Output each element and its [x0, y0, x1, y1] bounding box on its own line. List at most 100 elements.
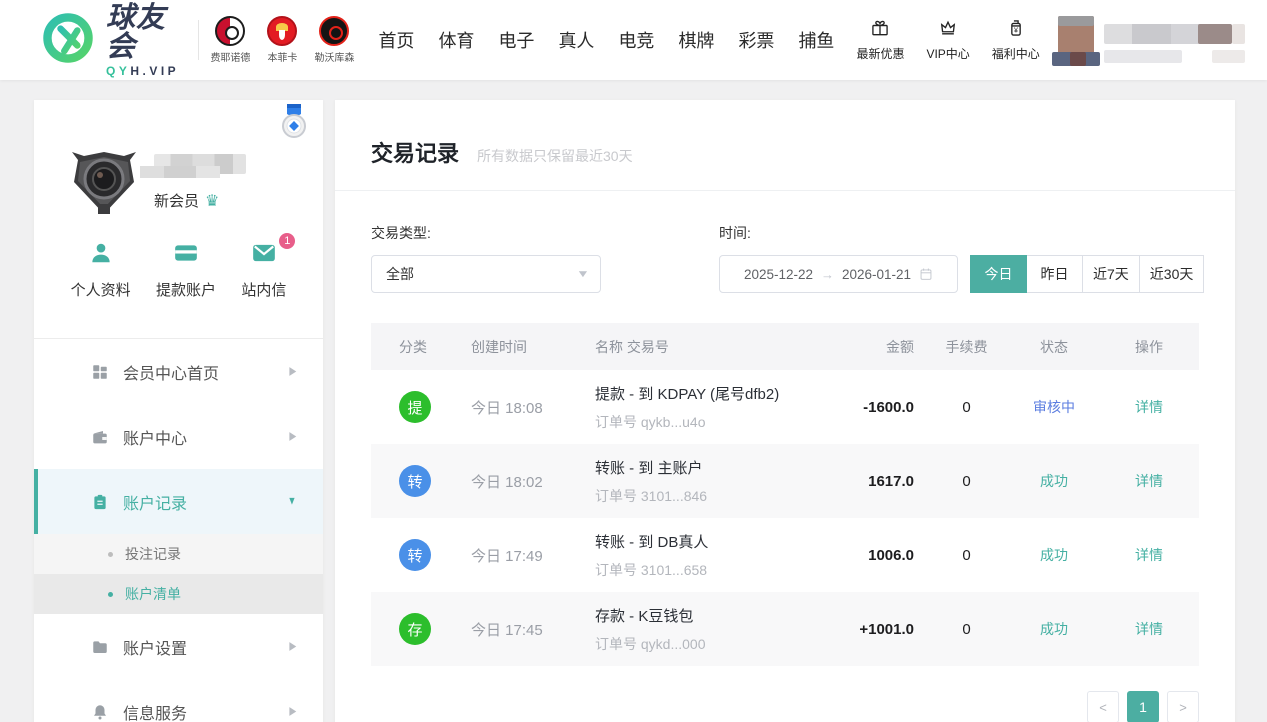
quick-action-withdraw-account[interactable]: 提款账户: [156, 240, 216, 300]
amount-value: 1617.0: [804, 473, 924, 490]
fee-value: 0: [924, 399, 1009, 416]
folder-icon: [91, 638, 109, 656]
fee-value: 0: [924, 621, 1009, 638]
nav-fishing[interactable]: 捕鱼: [798, 27, 834, 53]
main-nav: 首页 体育 电子 真人 电竞 棋牌 彩票 捕鱼: [378, 27, 834, 53]
person-icon: [87, 240, 115, 271]
transaction-name: 提款 - 到 KDPAY (尾号dfb2): [595, 383, 804, 404]
quick-action-inbox[interactable]: 1 站内信: [241, 240, 286, 300]
sidebar-item-account-records[interactable]: 账户记录 ▼: [34, 469, 323, 534]
status-badge: 成功: [1009, 619, 1099, 639]
date-range-picker[interactable]: 2025-12-22 → 2026-01-21: [719, 255, 958, 293]
details-link[interactable]: 详情: [1099, 471, 1199, 491]
type-select[interactable]: 全部 ▼: [371, 255, 601, 293]
sidebar: 新会员 ♛ 个人资料 提款账户 1 站内信 会员中心首页: [34, 100, 323, 722]
crown-icon: [938, 18, 958, 43]
transaction-name: 转账 - 到 主账户: [595, 457, 804, 478]
avatar[interactable]: [68, 148, 140, 223]
range-today-button[interactable]: 今日: [970, 255, 1027, 293]
nav-home[interactable]: 首页: [378, 27, 414, 53]
page-1-button[interactable]: 1: [1127, 691, 1159, 722]
order-number: 订单号 3101...658: [595, 560, 804, 580]
range-30days-button[interactable]: 近30天: [1139, 255, 1205, 293]
gift-icon: [870, 18, 890, 43]
sidebar-item-account-settings[interactable]: 账户设置 ▶: [34, 614, 323, 679]
site-logo[interactable]: 球友会 QYH.VIP: [40, 4, 186, 77]
transaction-name: 转账 - 到 DB真人: [595, 531, 804, 552]
nav-slots[interactable]: 电子: [498, 27, 534, 53]
amount-value: -1600.0: [804, 399, 924, 416]
sidebar-subitem-account-statement[interactable]: 账户清单: [34, 574, 323, 614]
nav-promotions[interactable]: 最新优惠: [856, 18, 904, 62]
transfer-type-badge: 转: [399, 465, 431, 497]
transfer-type-badge: 转: [399, 539, 431, 571]
wallet-icon: [91, 428, 109, 446]
type-select-value: 全部: [386, 264, 414, 284]
quick-range-buttons: 今日 昨日 近7天 近30天: [971, 255, 1204, 293]
chevron-down-icon: ▼: [576, 269, 590, 280]
fee-value: 0: [924, 547, 1009, 564]
bell-icon: [91, 703, 109, 721]
bullet-icon: [108, 552, 113, 557]
sidebar-item-member-home[interactable]: 会员中心首页 ▶: [34, 339, 323, 404]
sidebar-menu: 会员中心首页 ▶ 账户中心 ▶ 账户记录 ▼ 投注记录 账户清单 账户设置 ▶: [34, 339, 323, 722]
inbox-unread-badge: 1: [279, 233, 295, 249]
transaction-type-filter: 交易类型: 全部 ▼: [371, 223, 601, 293]
nav-lottery[interactable]: 彩票: [738, 27, 774, 53]
table-row: 存 今日 17:45 存款 - K豆钱包 订单号 qykd...000 +100…: [371, 592, 1199, 666]
range-7days-button[interactable]: 近7天: [1082, 255, 1140, 293]
sidebar-item-info-services[interactable]: 信息服务 ▶: [34, 679, 323, 722]
nav-sports[interactable]: 体育: [438, 27, 474, 53]
sponsor-feyenoord: 费耶诺德: [208, 16, 252, 64]
main-panel: 交易记录 所有数据只保留最近30天 交易类型: 全部 ▼ 时间: 2025-12…: [335, 100, 1235, 722]
leverkusen-badge-icon: [319, 16, 349, 46]
details-link[interactable]: 详情: [1099, 545, 1199, 565]
type-filter-label: 交易类型:: [371, 223, 601, 243]
date-start-value: 2025-12-22: [744, 267, 813, 282]
quick-actions: 个人资料 提款账户 1 站内信: [34, 240, 323, 300]
details-link[interactable]: 详情: [1099, 397, 1199, 417]
transactions-table: 分类 创建时间 名称 交易号 金额 手续费 状态 操作 提 今日 18:08 提…: [371, 323, 1199, 666]
status-badge: 成功: [1009, 471, 1099, 491]
nav-live[interactable]: 真人: [558, 27, 594, 53]
nav-esports[interactable]: 电竞: [618, 27, 654, 53]
svg-text:¥: ¥: [1014, 27, 1018, 35]
sponsor-benfica: 本菲卡: [260, 16, 304, 64]
nav-vip-center[interactable]: VIP中心: [926, 18, 969, 62]
feyenoord-badge-icon: [215, 16, 245, 46]
time-filter-label: 时间:: [719, 223, 1204, 243]
prev-page-button[interactable]: <: [1087, 691, 1119, 722]
sponsor-leverkusen: 勒沃库森: [312, 16, 356, 64]
table-row: 转 今日 17:49 转账 - 到 DB真人 订单号 3101...658 10…: [371, 518, 1199, 592]
next-page-button[interactable]: >: [1167, 691, 1199, 722]
chevron-down-icon: ▼: [288, 495, 297, 508]
page-subtitle: 所有数据只保留最近30天: [477, 146, 633, 166]
fee-value: 0: [924, 473, 1009, 490]
bullet-icon: [108, 592, 113, 597]
sidebar-item-account-center[interactable]: 账户中心 ▶: [34, 404, 323, 469]
grid-icon: [91, 363, 109, 381]
status-badge: 成功: [1009, 545, 1099, 565]
coin-jar-icon: ¥: [1006, 18, 1026, 43]
deposit-type-badge: 存: [399, 613, 431, 645]
chevron-right-icon: ▶: [290, 430, 297, 443]
withdraw-type-badge: 提: [399, 391, 431, 423]
user-account-redacted[interactable]: [1040, 12, 1231, 68]
sponsor-badges: 费耶诺德 本菲卡 勒沃库森: [208, 16, 356, 64]
transaction-name: 存款 - K豆钱包: [595, 605, 804, 626]
range-yesterday-button[interactable]: 昨日: [1026, 255, 1083, 293]
top-navbar: 球友会 QYH.VIP 费耶诺德 本菲卡 勒沃库森 首页 体育 电子 真人 电竞…: [0, 0, 1267, 80]
date-end-value: 2026-01-21: [842, 267, 911, 282]
quick-action-profile[interactable]: 个人资料: [71, 240, 131, 300]
status-badge: 审核中: [1009, 397, 1099, 417]
clipboard-icon: [91, 493, 109, 511]
filter-bar: 交易类型: 全部 ▼ 时间: 2025-12-22 → 2026-01-21 今…: [335, 191, 1235, 293]
nav-chess[interactable]: 棋牌: [678, 27, 714, 53]
nav-welfare-center[interactable]: ¥ 福利中心: [992, 18, 1040, 62]
details-link[interactable]: 详情: [1099, 619, 1199, 639]
table-header-row: 分类 创建时间 名称 交易号 金额 手续费 状态 操作: [371, 323, 1199, 370]
chevron-right-icon: ▶: [290, 705, 297, 718]
sidebar-subitem-bet-records[interactable]: 投注记录: [34, 534, 323, 574]
amount-value: 1006.0: [804, 547, 924, 564]
nav-icon-links: 最新优惠 VIP中心 ¥ 福利中心: [856, 18, 1039, 62]
